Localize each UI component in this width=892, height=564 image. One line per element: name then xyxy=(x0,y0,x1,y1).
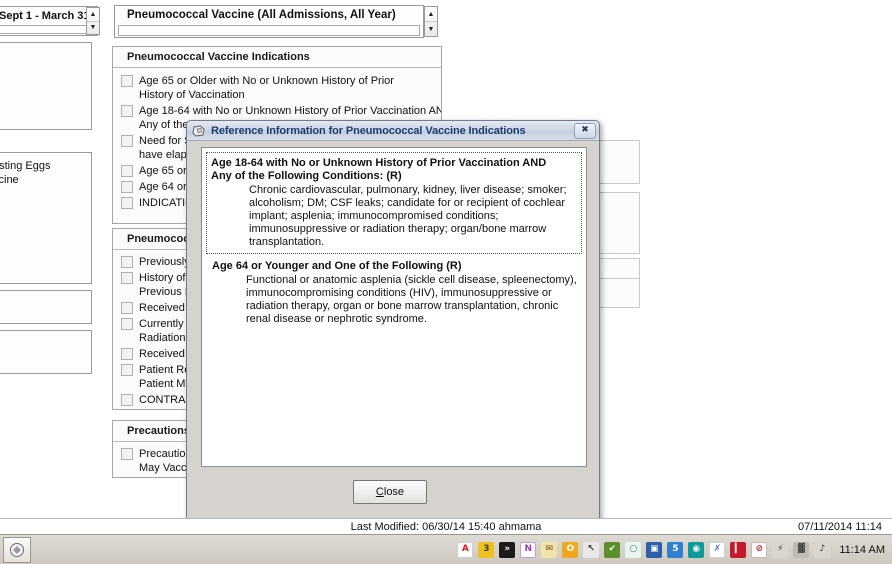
header-combo-spinner[interactable]: ▲ ▼ xyxy=(424,6,438,37)
system-tray: A 3 » N ✉ O ↖ ✔ ○ ▣ 5 ◉ ✗ ▎ ⊘ ⚡ ▓ ♪ 11:1… xyxy=(457,541,888,558)
line1: Age 18-64 with No or Unknown History of … xyxy=(139,105,441,117)
checkbox[interactable] xyxy=(121,197,133,209)
display-icon[interactable]: ▣ xyxy=(646,541,663,558)
spinner-up-icon[interactable]: ▲ xyxy=(87,8,99,22)
taskbar: A 3 » N ✉ O ↖ ✔ ○ ▣ 5 ◉ ✗ ▎ ⊘ ⚡ ▓ ♪ 11:1… xyxy=(0,534,892,564)
dialog-title: Reference Information for Pneumococcal V… xyxy=(211,124,526,137)
spinner-down-icon[interactable]: ▼ xyxy=(87,22,99,35)
reference-information-dialog: Reference Information for Pneumococcal V… xyxy=(186,120,600,521)
block-heading-line1: Age 18-64 with No or Unknown History of … xyxy=(211,157,547,169)
security-five-icon[interactable]: 5 xyxy=(667,541,684,558)
office-icon[interactable]: O xyxy=(562,541,579,558)
line2: History of Vaccination xyxy=(139,89,245,101)
left-panel-1 xyxy=(0,42,92,130)
list-item[interactable]: Age 65 or Older with No or Unknown Histo… xyxy=(113,72,441,102)
firefox-icon[interactable]: 3 xyxy=(478,541,495,558)
checkbox[interactable] xyxy=(121,105,133,117)
block-body: Functional or anatomic asplenia (sickle … xyxy=(246,274,577,325)
checkbox[interactable] xyxy=(121,75,133,87)
date-range-input[interactable] xyxy=(0,25,91,34)
reference-block[interactable]: Age 18-64 with No or Unknown History of … xyxy=(206,152,582,254)
sync-circle-icon[interactable]: ○ xyxy=(625,541,642,558)
dialog-content: Age 18-64 with No or Unknown History of … xyxy=(201,147,587,467)
window-reference-icon xyxy=(192,124,206,138)
acrobat-icon[interactable]: A xyxy=(457,541,474,558)
screen: Sept 1 - March 31 ▲ ▼ esting Eggs ccine … xyxy=(0,0,892,564)
dialog-titlebar[interactable]: Reference Information for Pneumococcal V… xyxy=(187,121,599,141)
block-heading-line2: Any of the Following Conditions: (R) xyxy=(211,170,402,182)
antivirus-shield-icon[interactable]: ✔ xyxy=(604,541,621,558)
status-last-modified: Last Modified: 06/30/14 15:40 ahmama xyxy=(350,521,542,533)
left-panel-4 xyxy=(0,330,92,374)
spinner-down-icon[interactable]: ▼ xyxy=(425,22,437,36)
group-indications-title: Pneumococcal Vaccine Indications xyxy=(113,47,441,68)
list-item-label: Age 65 or Older with No or Unknown Histo… xyxy=(139,74,394,102)
date-range-value: Sept 1 - March 31 xyxy=(0,10,90,22)
close-button-mnemonic: C xyxy=(375,486,384,498)
sound-waves-icon[interactable]: » xyxy=(499,541,516,558)
line1: Age 65 or Older with No or Unknown Histo… xyxy=(139,75,394,87)
status-datetime: 07/11/2014 11:14 xyxy=(797,521,882,533)
checkbox[interactable] xyxy=(121,448,133,460)
battery-icon[interactable]: ▎ xyxy=(730,541,747,558)
status-bar: Last Modified: 06/30/14 15:40 ahmama 07/… xyxy=(0,518,892,534)
checkbox[interactable] xyxy=(121,364,133,376)
header-combo-value: Pneumococcal Vaccine (All Admissions, Al… xyxy=(127,9,396,21)
pointer-icon[interactable]: ↖ xyxy=(583,541,600,558)
network-x-icon[interactable]: ✗ xyxy=(709,541,726,558)
checkbox[interactable] xyxy=(121,135,133,147)
left-panel-line2: ccine xyxy=(0,174,19,186)
checkbox[interactable] xyxy=(121,318,133,330)
spinner-up-icon[interactable]: ▲ xyxy=(425,7,437,22)
checkbox[interactable] xyxy=(121,348,133,360)
left-panel-2: esting Eggs ccine xyxy=(0,152,92,284)
reference-block[interactable]: Age 64 or Younger and One of the Followi… xyxy=(202,254,586,328)
plug-icon[interactable]: ⚡ xyxy=(772,541,789,558)
block-body: Chronic cardiovascular, pulmonary, kidne… xyxy=(249,184,567,248)
close-button-label: lose xyxy=(383,486,405,498)
onenote-icon[interactable]: N xyxy=(520,541,537,558)
left-panel-line1: esting Eggs xyxy=(0,160,51,172)
volume-icon[interactable]: ♪ xyxy=(814,541,831,558)
checkbox[interactable] xyxy=(121,394,133,406)
checkbox[interactable] xyxy=(121,165,133,177)
blocked-icon[interactable]: ⊘ xyxy=(751,541,768,558)
header-combo[interactable]: Pneumococcal Vaccine (All Admissions, Al… xyxy=(114,5,424,38)
checkbox[interactable] xyxy=(121,256,133,268)
close-button[interactable]: Close xyxy=(353,480,427,504)
left-panel-3 xyxy=(0,290,92,324)
taskbar-clock[interactable]: 11:14 AM xyxy=(839,544,885,556)
network-computer-icon[interactable]: ▓ xyxy=(793,541,810,558)
eye-monitor-icon[interactable]: ◉ xyxy=(688,541,705,558)
checkbox[interactable] xyxy=(121,302,133,314)
checkbox[interactable] xyxy=(121,181,133,193)
date-range-spinner[interactable]: ▲ ▼ xyxy=(86,7,100,35)
header-combo-input[interactable] xyxy=(118,25,420,36)
mail-icon[interactable]: ✉ xyxy=(541,541,558,558)
block-heading-line1: Age 64 or Younger and One of the Followi… xyxy=(212,260,462,272)
start-button[interactable] xyxy=(3,536,31,563)
checkbox[interactable] xyxy=(121,272,133,284)
left-panel-text: esting Eggs ccine xyxy=(0,153,91,187)
close-icon[interactable]: ✖ xyxy=(574,122,596,139)
date-range-combo[interactable]: Sept 1 - March 31 xyxy=(0,6,98,36)
